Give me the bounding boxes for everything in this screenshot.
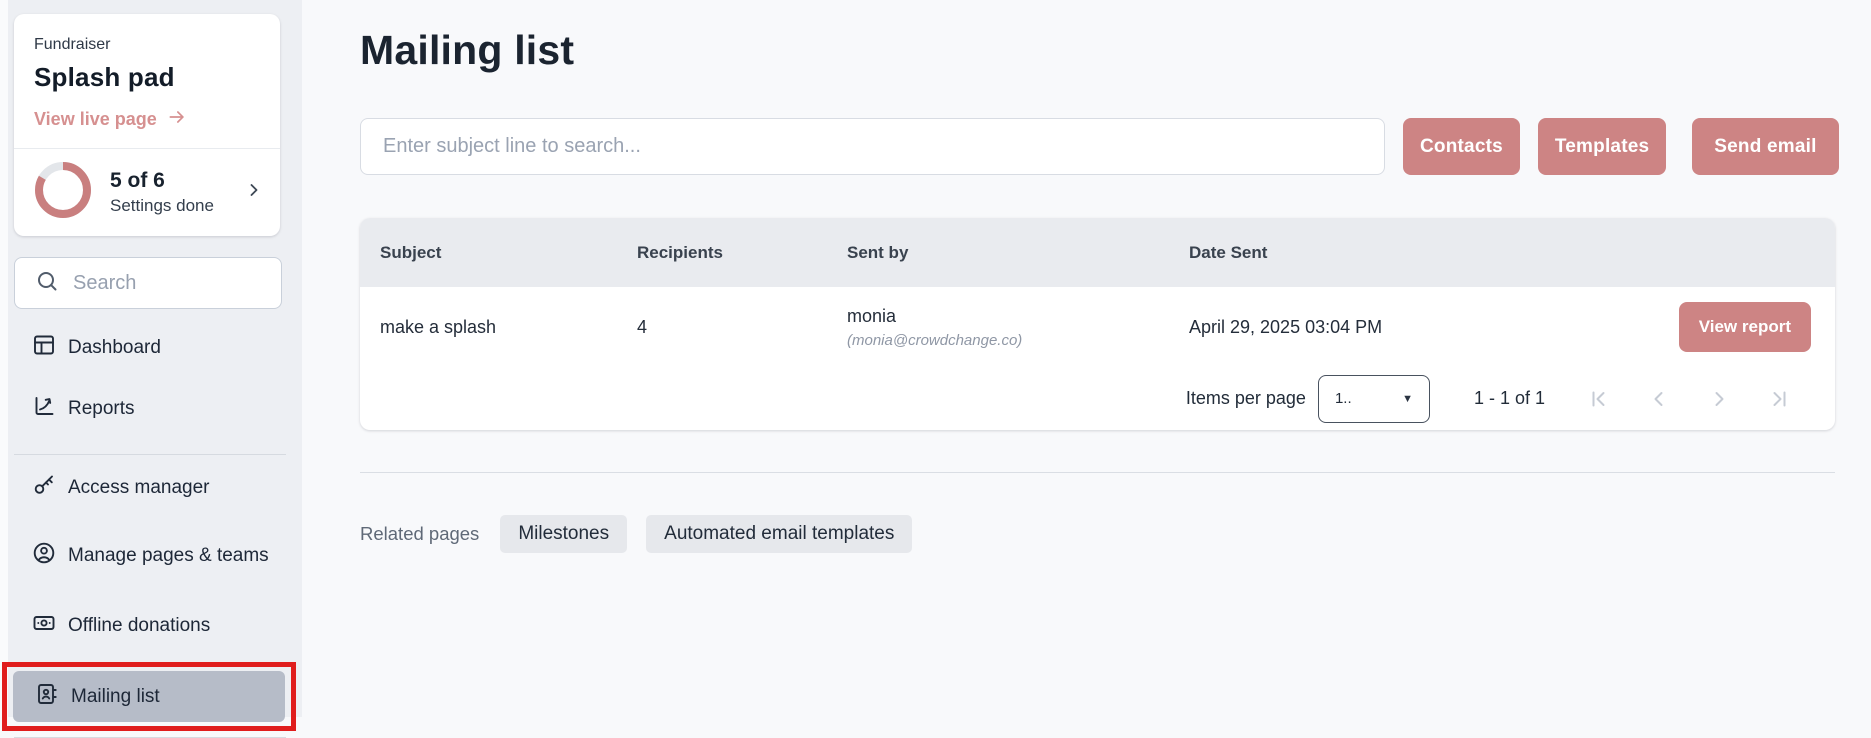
first-page-icon [1587,387,1611,411]
progress-label: Settings done [110,196,244,216]
previous-page-icon [1647,387,1671,411]
sidebar-search [14,257,282,309]
sender-name: monia [847,306,1189,327]
sidebar-item-label: Manage pages & teams [68,544,269,568]
cell-subject: make a splash [380,317,637,338]
sidebar-item-mailing-list[interactable]: Mailing list [13,671,285,722]
chevron-right-icon [244,180,264,205]
progress-count: 5 of 6 [110,169,244,193]
column-header-recipients: Recipients [637,243,847,263]
page-size-select[interactable]: 1.. ▼ [1318,375,1430,423]
related-chip-milestones[interactable]: Milestones [500,515,627,553]
last-page-icon [1767,387,1791,411]
sidebar: Fundraiser Splash pad View live page [0,0,302,717]
last-page-button[interactable] [1749,379,1809,419]
view-report-button[interactable]: View report [1679,302,1811,352]
contacts-button[interactable]: Contacts [1403,118,1520,175]
next-page-icon [1707,387,1731,411]
sidebar-item-label: Mailing list [71,685,160,709]
toolbar: Contacts Templates Send email [360,118,1871,175]
sidebar-item-manage-pages-teams[interactable]: Manage pages & teams [14,524,286,588]
column-header-subject: Subject [380,243,637,263]
sidebar-item-label: Reports [68,397,135,421]
sidebar-item-label: Dashboard [68,336,161,360]
column-header-sent-by: Sent by [847,243,1189,263]
main-content: Mailing list Contacts Templates Send ema… [302,0,1871,717]
column-header-date-sent: Date Sent [1189,243,1609,263]
address-book-icon [35,682,59,712]
pagination-controls [1569,379,1809,419]
related-pages: Related pages Milestones Automated email… [360,515,1871,553]
dashboard-icon [32,333,56,363]
fundraiser-card: Fundraiser Splash pad View live page [14,14,280,236]
templates-button[interactable]: Templates [1538,118,1666,175]
page-size-value: 1.. [1335,390,1352,407]
fundraiser-name: Splash pad [34,62,260,93]
user-circle-icon [32,541,56,571]
items-per-page-label: Items per page [1186,388,1306,409]
page-title: Mailing list [360,26,1871,74]
sidebar-item-label: Access manager [68,476,210,500]
search-icon [35,269,59,298]
fundraiser-label: Fundraiser [34,36,260,54]
cell-date-sent: April 29, 2025 03:04 PM [1189,317,1609,338]
previous-page-button[interactable] [1629,379,1689,419]
sidebar-item-label: Offline donations [68,614,210,638]
arrow-right-icon [167,107,187,132]
reports-chart-icon [32,394,56,424]
related-pages-label: Related pages [360,523,479,545]
sidebar-item-offline-donations[interactable]: Offline donations [14,601,286,651]
progress-donut-icon [34,161,92,224]
send-email-button[interactable]: Send email [1692,118,1838,175]
app-root: Fundraiser Splash pad View live page [0,0,1871,717]
key-icon [32,473,56,503]
mailing-list-table: Subject Recipients Sent by Date Sent mak… [360,218,1835,430]
banknote-icon [32,611,56,641]
settings-progress[interactable]: 5 of 6 Settings done [14,149,280,236]
first-page-button[interactable] [1569,379,1629,419]
caret-down-icon: ▼ [1402,393,1413,405]
sender-email: (monia@crowdchange.co) [847,332,1189,349]
sidebar-item-access-manager[interactable]: Access manager [14,463,286,513]
sidebar-item-dashboard[interactable]: Dashboard [14,323,286,373]
view-live-page-link[interactable]: View live page [34,107,260,132]
table-header-row: Subject Recipients Sent by Date Sent [360,218,1835,287]
next-page-button[interactable] [1689,379,1749,419]
cell-recipients: 4 [637,317,847,338]
sidebar-search-input[interactable] [71,271,267,296]
pagination-range-label: 1 - 1 of 1 [1474,388,1545,409]
sidebar-item-reports[interactable]: Reports [14,384,286,434]
section-divider [360,472,1835,473]
subject-search-input[interactable] [360,118,1385,175]
related-chip-automated-email-templates[interactable]: Automated email templates [646,515,912,553]
pagination-bar: Items per page 1.. ▼ 1 - 1 of 1 [360,367,1835,430]
sidebar-divider [14,454,286,455]
cell-sent-by: monia (monia@crowdchange.co) [847,306,1189,349]
table-row: make a splash 4 monia (monia@crowdchange… [360,287,1835,367]
annotation-highlight-box: Mailing list [2,662,296,731]
sidebar-nav: Dashboard Reports Access manager Man [0,323,302,738]
view-live-page-label: View live page [34,109,157,130]
